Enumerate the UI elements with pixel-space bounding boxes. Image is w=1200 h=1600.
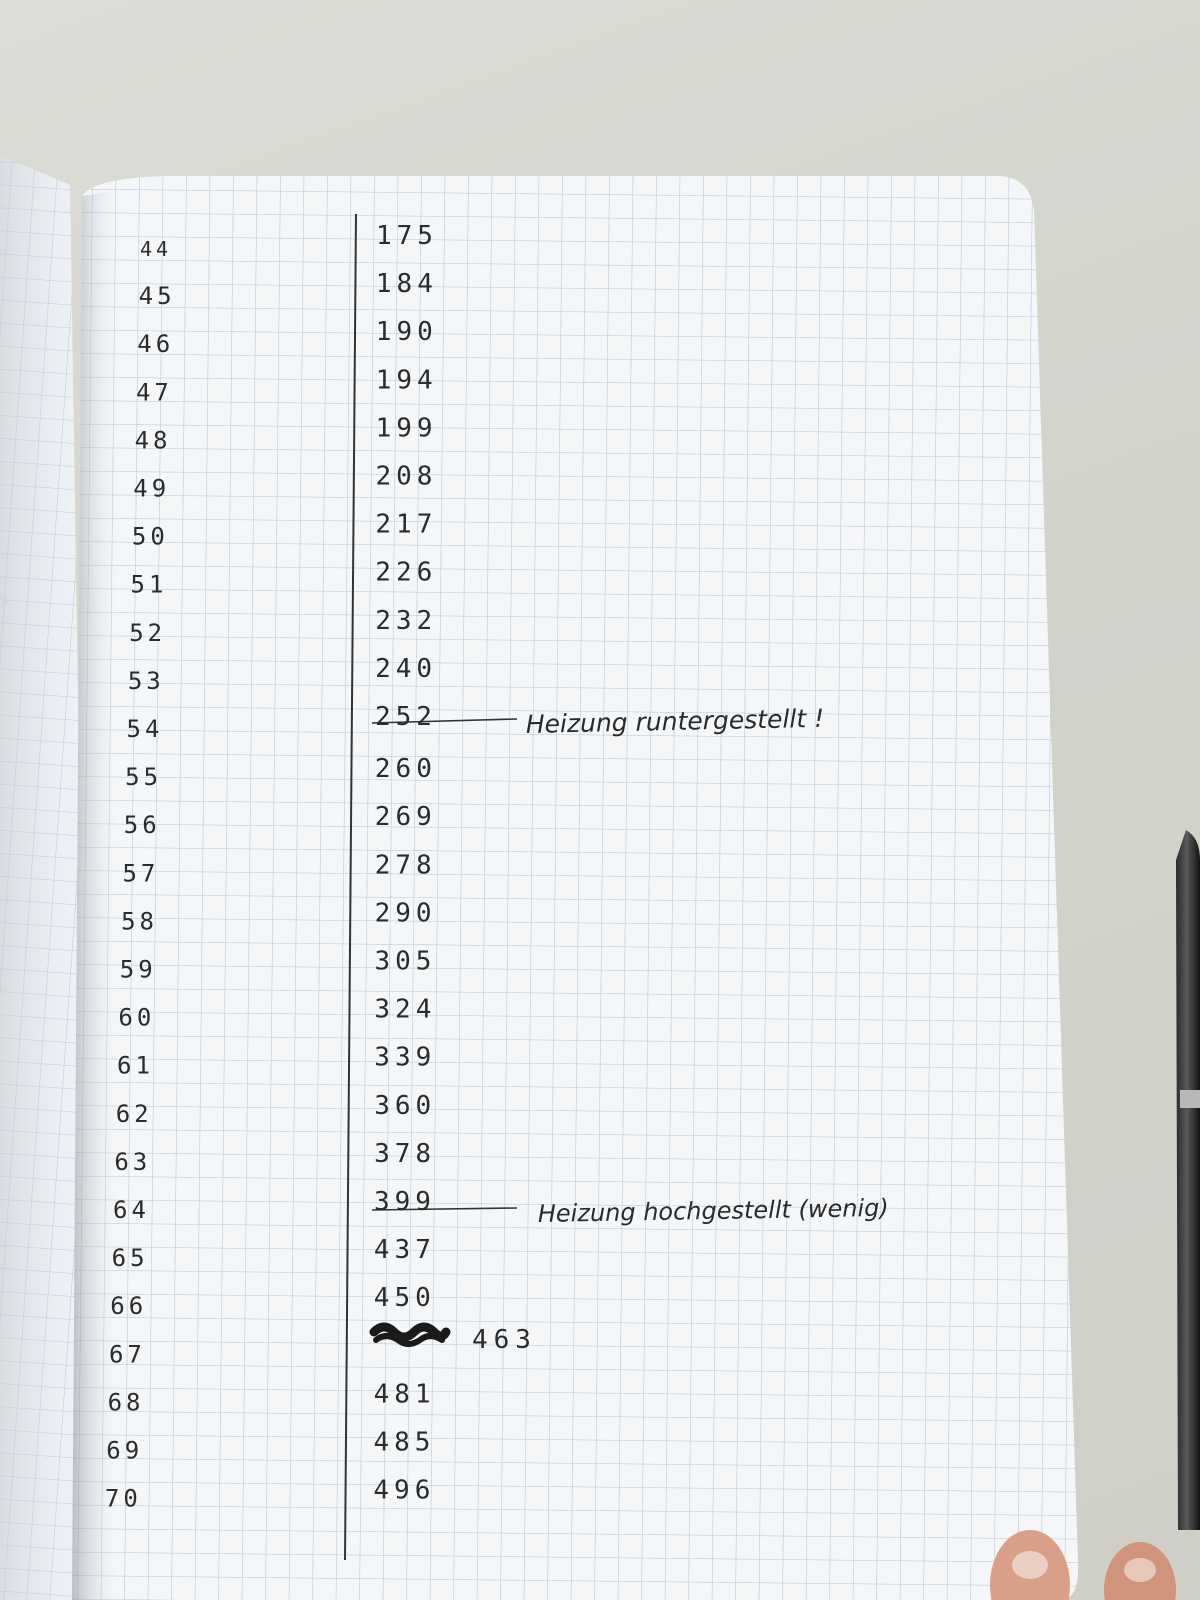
left-number: 44 bbox=[140, 237, 172, 261]
left-number: 64 bbox=[113, 1196, 150, 1224]
left-number: 54 bbox=[127, 715, 164, 743]
left-number: 59 bbox=[120, 956, 157, 984]
left-number: 48 bbox=[135, 426, 172, 454]
right-number: 260 bbox=[375, 754, 437, 784]
right-number: 450 bbox=[374, 1283, 436, 1313]
right-number: 226 bbox=[375, 558, 437, 588]
right-column-numbers: 175 184 190 194 199 208 217 226 232 240 252 260 269 2… bbox=[373, 221, 438, 1506]
right-number: 278 bbox=[375, 850, 437, 880]
right-number: 199 bbox=[376, 413, 438, 443]
left-number: 66 bbox=[110, 1292, 147, 1320]
right-number: 240 bbox=[375, 654, 437, 684]
fingertips bbox=[990, 1530, 1176, 1600]
left-number: 51 bbox=[131, 571, 168, 599]
left-number: 55 bbox=[125, 763, 162, 791]
right-number: 485 bbox=[374, 1428, 436, 1458]
pen bbox=[1176, 830, 1200, 1530]
left-number: 45 bbox=[139, 282, 176, 310]
left-number: 65 bbox=[112, 1244, 149, 1272]
left-number: 49 bbox=[133, 475, 170, 503]
left-number: 50 bbox=[132, 523, 169, 551]
left-number: 61 bbox=[117, 1052, 154, 1080]
photo-scene: 44 45 46 47 48 49 50 51 52 53 54 55 56 57 58 59 60 61 62 63… bbox=[0, 0, 1200, 1600]
right-page bbox=[72, 176, 1079, 1600]
right-number: 496 bbox=[373, 1476, 435, 1506]
left-number: 68 bbox=[108, 1388, 145, 1416]
right-number: 305 bbox=[375, 947, 437, 977]
right-number: 269 bbox=[375, 802, 437, 832]
left-number: 56 bbox=[124, 811, 161, 839]
right-number: 190 bbox=[376, 317, 438, 347]
right-number: 324 bbox=[374, 995, 436, 1025]
left-number: 53 bbox=[128, 667, 165, 695]
left-number: 46 bbox=[137, 330, 174, 358]
right-number: 360 bbox=[374, 1091, 436, 1121]
left-number: 60 bbox=[118, 1004, 155, 1032]
left-number: 47 bbox=[136, 378, 173, 406]
right-number: 184 bbox=[376, 269, 438, 299]
left-number: 70 bbox=[105, 1485, 142, 1513]
left-number: 69 bbox=[106, 1437, 143, 1465]
right-number: 481 bbox=[374, 1379, 436, 1409]
right-number: 175 bbox=[376, 221, 438, 251]
left-number: 63 bbox=[114, 1148, 151, 1176]
right-number: 194 bbox=[376, 365, 438, 395]
left-number: 57 bbox=[122, 859, 159, 887]
right-number: 378 bbox=[374, 1139, 436, 1169]
right-number: 252 bbox=[375, 702, 437, 732]
left-number: 62 bbox=[116, 1100, 153, 1128]
right-number: 399 bbox=[374, 1187, 436, 1217]
right-number: 437 bbox=[374, 1235, 436, 1265]
right-number: 339 bbox=[374, 1043, 436, 1073]
right-number: 208 bbox=[376, 462, 438, 492]
right-number: 290 bbox=[375, 898, 437, 928]
right-number: 232 bbox=[375, 606, 437, 636]
left-number: 67 bbox=[109, 1340, 146, 1368]
right-number: 217 bbox=[375, 510, 437, 540]
correction-value: 463 bbox=[472, 1325, 537, 1355]
photo-svg: 44 45 46 47 48 49 50 51 52 53 54 55 56 57 58 59 60 61 62 63… bbox=[0, 155, 1200, 1600]
left-number: 58 bbox=[121, 907, 158, 935]
left-number: 52 bbox=[129, 619, 166, 647]
